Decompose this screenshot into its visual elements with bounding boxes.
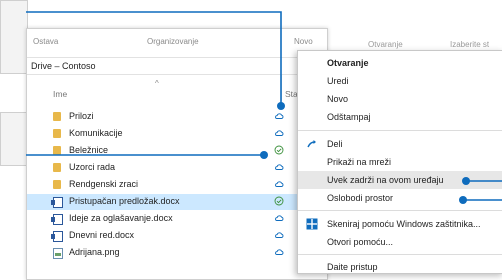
context-menu: Otvaranje Uredi Novo Odštampaj Deli Prik… — [297, 50, 502, 274]
file-row[interactable]: Adrijana.png — [27, 245, 327, 261]
file-name: Ideje za oglašavanje.docx — [69, 213, 173, 223]
file-explorer-window: Ostava Organizovanje Novo Drive – Contos… — [26, 28, 328, 280]
file-name: Adrijana.png — [69, 247, 120, 257]
file-row[interactable]: Pristupačan predložak.docx — [27, 194, 327, 210]
file-name: Dnevni red.docx — [69, 230, 135, 240]
menu-separator — [298, 130, 502, 131]
menu-item-novo[interactable]: Novo — [298, 90, 502, 108]
menu-item-label: Otvaranje — [327, 58, 369, 68]
menu-item-otvori-pomocu[interactable]: Otvori pomoću... — [298, 233, 502, 251]
menu-item-oslobodi-prostor[interactable]: Oslobodi prostor — [298, 189, 502, 207]
menu-item-label: Deli — [327, 139, 343, 149]
menu-item-label: Skeniraj pomoću Windows zaštitnika... — [327, 219, 481, 229]
menu-item-label: Uredi — [327, 76, 349, 86]
menu-separator — [298, 254, 502, 255]
share-icon — [307, 140, 316, 148]
image-file-icon — [53, 248, 63, 259]
file-name: Rendgenski zraci — [69, 179, 139, 189]
folder-icon — [53, 112, 61, 121]
file-row[interactable]: Rendgenski zraci — [27, 177, 327, 193]
checkmark-circle-icon — [274, 145, 284, 155]
sort-up-icon: ^ — [155, 79, 159, 88]
menu-item-prikazi-na-mrezi[interactable]: Prikaži na mreži — [298, 153, 502, 171]
cloud-icon — [275, 249, 284, 255]
menu-item-uredi[interactable]: Uredi — [298, 72, 502, 90]
word-document-icon — [51, 214, 63, 225]
cloud-icon — [275, 232, 284, 238]
menu-item-label: Odštampaj — [327, 112, 371, 122]
menu-item-label: Prikaži na mreži — [327, 157, 392, 167]
menu-item-label: Daite pristup — [327, 262, 378, 272]
folder-icon — [53, 146, 61, 155]
folder-icon — [53, 163, 61, 172]
file-name: Komunikacije — [69, 128, 123, 138]
menu-item-uvek-zadrzi[interactable]: Uvek zadrži na ovom uređaju — [298, 171, 502, 189]
menu-item-label: Novo — [327, 94, 349, 104]
ribbon-izaberite[interactable]: Izaberite st — [450, 40, 489, 49]
word-document-icon — [51, 197, 63, 208]
file-row[interactable]: Dnevni red.docx — [27, 228, 327, 244]
menu-item-odstampaj[interactable]: Odštampaj — [298, 108, 502, 126]
cloud-icon — [275, 164, 284, 170]
file-row[interactable]: Prilozi — [27, 109, 327, 125]
menu-separator — [298, 210, 502, 211]
menu-item-dajte-pristup[interactable]: Daite pristup — [298, 258, 502, 276]
file-name: Beležnice — [69, 145, 109, 155]
folder-icon — [53, 129, 61, 138]
cloud-icon — [275, 215, 284, 221]
menu-item-otvaranje[interactable]: Otvaranje — [298, 54, 502, 72]
address-path: Drive – Contoso — [31, 61, 96, 71]
file-row[interactable]: Ideje za oglašavanje.docx — [27, 211, 327, 227]
file-name: Pristupačan predložak.docx — [69, 196, 180, 206]
file-row[interactable]: Uzorci rada — [27, 160, 327, 176]
column-header: ^ Ime Status — [27, 75, 327, 101]
file-name: Uzorci rada — [69, 162, 116, 172]
folder-icon — [53, 180, 61, 189]
word-document-icon — [51, 231, 63, 242]
ribbon-otvaranje[interactable]: Otvaranje — [368, 40, 403, 49]
file-name: Prilozi — [69, 111, 94, 121]
menu-item-label: Otvori pomoću... — [327, 237, 394, 247]
menu-item-label: Uvek zadrži na ovom uređaju — [327, 175, 444, 185]
defender-icon — [306, 218, 318, 230]
callout-box-top — [0, 0, 28, 74]
cloud-icon — [275, 181, 284, 187]
menu-item-skeniraj[interactable]: Skeniraj pomoću Windows zaštitnika... — [298, 215, 502, 233]
file-row[interactable]: Beležnice — [27, 143, 327, 159]
cloud-icon — [275, 113, 284, 119]
checkmark-circle-icon — [274, 196, 284, 206]
callout-box-bottom — [0, 112, 28, 166]
menu-item-deli[interactable]: Deli — [298, 135, 502, 153]
menu-item-label: Oslobodi prostor — [327, 193, 394, 203]
cloud-icon — [275, 130, 284, 136]
column-divider[interactable] — [281, 75, 282, 101]
column-name-header[interactable]: Ime — [53, 89, 67, 99]
file-row[interactable]: Komunikacije — [27, 126, 327, 142]
address-bar[interactable]: Drive – Contoso — [27, 57, 327, 75]
